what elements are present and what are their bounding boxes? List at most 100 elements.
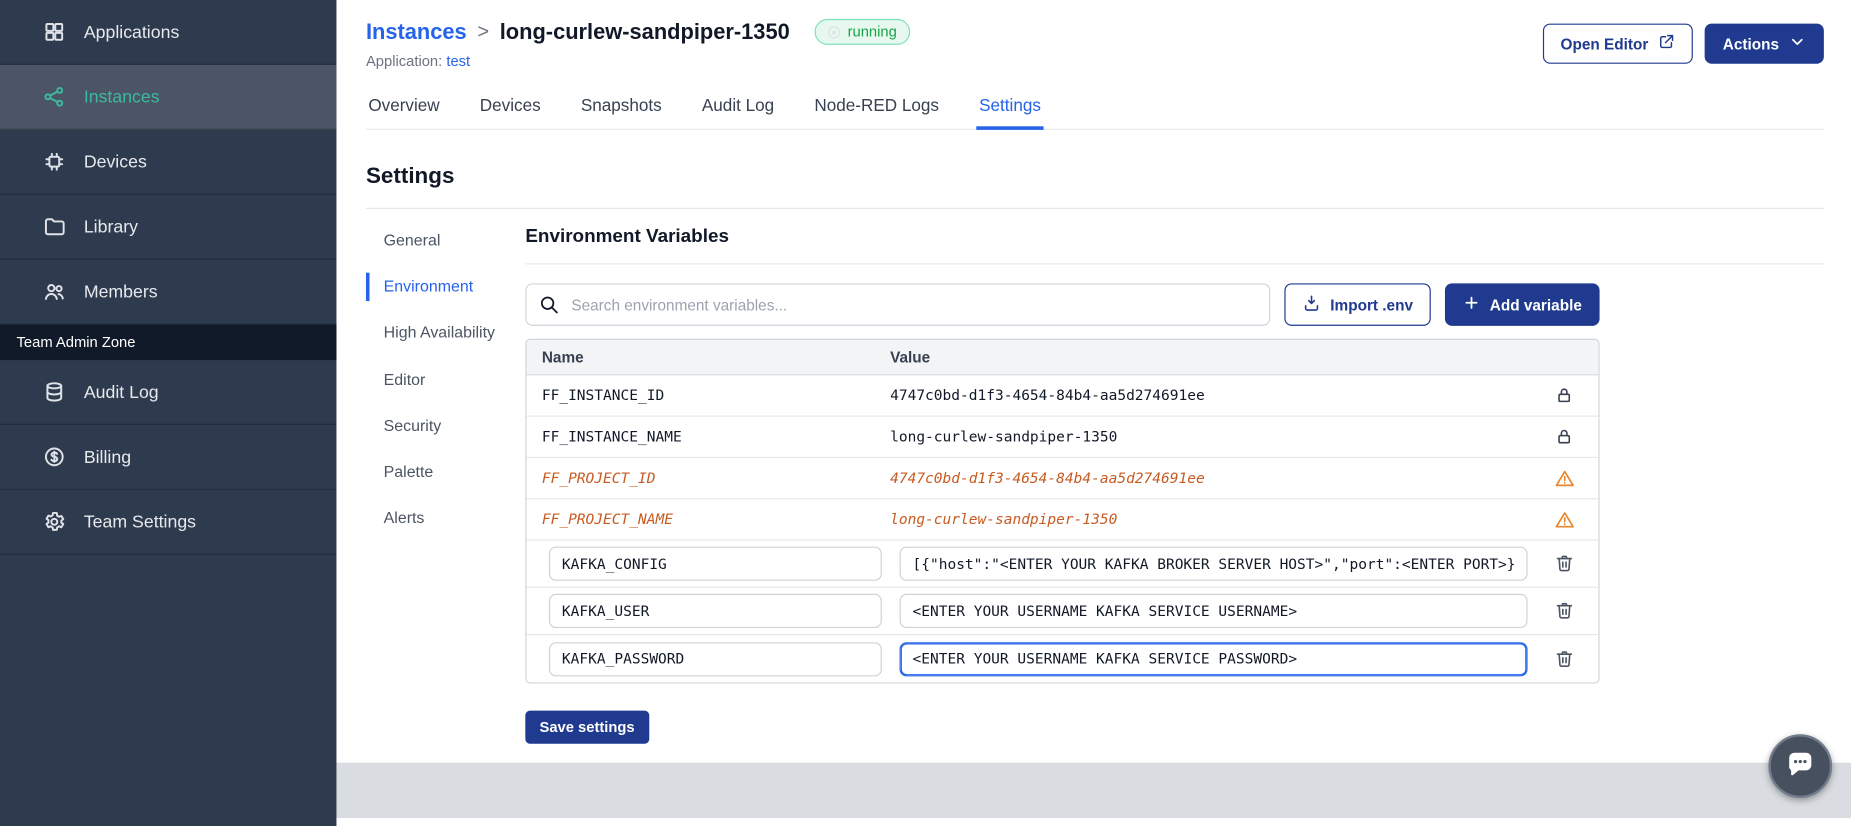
breadcrumb-separator: > xyxy=(477,20,490,43)
env-name-input[interactable] xyxy=(548,593,882,629)
sidebar-item-label: Library xyxy=(83,216,138,237)
env-name-cell xyxy=(527,641,891,676)
env-value-input[interactable] xyxy=(899,641,1528,676)
tab-settings[interactable]: Settings xyxy=(976,87,1044,130)
env-value-input[interactable] xyxy=(899,593,1528,629)
env-value-cell xyxy=(890,641,1530,676)
tab-overview[interactable]: Overview xyxy=(366,87,442,129)
env-row-ff-project-name: FF_PROJECT_NAME long-curlew-sandpiper-135… xyxy=(526,499,1599,541)
sidebar-item-instances[interactable]: Instances xyxy=(0,64,337,130)
application-link[interactable]: test xyxy=(446,53,470,70)
sidebar-item-label: Applications xyxy=(83,21,180,42)
env-row-kafka-config xyxy=(526,541,1599,588)
env-name-cell xyxy=(527,593,891,629)
sidebar-item-billing[interactable]: Billing xyxy=(0,425,337,490)
instance-name: long-curlew-sandpiper-1350 xyxy=(499,18,790,44)
env-name-text: FF_INSTANCE_NAME xyxy=(541,428,682,446)
tab-node-red-logs[interactable]: Node-RED Logs xyxy=(812,87,941,129)
warning-icon xyxy=(1554,468,1574,488)
add-variable-button[interactable]: Add variable xyxy=(1444,283,1600,326)
env-name-text: FF_PROJECT_ID xyxy=(541,469,656,487)
env-row-kafka-user xyxy=(526,588,1599,636)
settings-nav-security[interactable]: Security xyxy=(366,412,498,441)
settings-nav-palette[interactable]: Palette xyxy=(366,458,498,487)
sidebar-item-audit-log[interactable]: Audit Log xyxy=(0,360,337,425)
actions-button[interactable]: Actions xyxy=(1705,23,1824,64)
bottom-strip xyxy=(336,818,1851,826)
tab-snapshots[interactable]: Snapshots xyxy=(578,87,664,129)
env-row-ff-instance-id: FF_INSTANCE_ID 4747c0bd-d1f3-4654-84b4-aa… xyxy=(526,375,1599,417)
plus-icon xyxy=(1463,294,1481,315)
actions-label: Actions xyxy=(1722,34,1780,53)
env-value-input[interactable] xyxy=(899,546,1528,581)
chat-widget-button[interactable] xyxy=(1768,734,1833,799)
header-actions: Open Editor Actions xyxy=(1542,19,1824,64)
sidebar-item-devices[interactable]: Devices xyxy=(0,130,337,195)
tab-devices[interactable]: Devices xyxy=(477,87,543,129)
library-icon xyxy=(42,215,66,239)
env-action-cell xyxy=(1530,554,1598,573)
tab-audit-log[interactable]: Audit Log xyxy=(700,87,777,129)
status-badge-label: running xyxy=(847,23,897,41)
env-table-body: FF_INSTANCE_ID 4747c0bd-d1f3-4654-84b4-aa… xyxy=(526,375,1599,682)
breadcrumb: Instances > long-curlew-sandpiper-1350 r… xyxy=(366,18,910,45)
application-label: Application: xyxy=(365,53,443,70)
add-variable-label: Add variable xyxy=(1489,295,1582,314)
delete-variable-button[interactable] xyxy=(1554,554,1573,573)
env-name-input[interactable] xyxy=(548,546,882,581)
main-content: Instances > long-curlew-sandpiper-1350 r… xyxy=(336,0,1851,763)
sidebar-admin-nav: Audit Log Billing Team Settings xyxy=(0,360,337,555)
delete-variable-button[interactable] xyxy=(1554,649,1573,668)
env-value-cell: 4747c0bd-d1f3-4654-84b4-aa5d274691ee xyxy=(890,470,1530,487)
page-title: Settings xyxy=(365,164,1824,209)
sidebar-item-team-settings[interactable]: Team Settings xyxy=(0,490,337,555)
env-table-header: Name Value xyxy=(526,339,1599,376)
env-name-cell xyxy=(527,546,891,581)
applications-icon xyxy=(42,20,66,44)
env-action-cell xyxy=(1530,386,1598,405)
sidebar: Applications Instances Devices Library Membe… xyxy=(0,0,337,826)
env-variables-table: Name Value FF_INSTANCE_ID 4747c0bd-d1f3-4… xyxy=(525,338,1600,684)
env-action-cell xyxy=(1530,649,1598,668)
column-header-value: Value xyxy=(890,348,931,366)
settings-nav-environment[interactable]: Environment xyxy=(365,272,498,302)
app-window: Applications Instances Devices Library Membe… xyxy=(0,0,1851,826)
settings-nav-general[interactable]: General xyxy=(366,227,498,256)
breadcrumb-instances-link[interactable]: Instances xyxy=(366,19,467,45)
section-title: Environment Variables xyxy=(525,227,1824,265)
search-wrap xyxy=(525,283,1271,326)
env-value-cell: long-curlew-sandpiper-1350 xyxy=(890,511,1530,528)
settings-nav-editor[interactable]: Editor xyxy=(366,366,498,395)
env-name-input[interactable] xyxy=(548,641,882,676)
open-editor-button[interactable]: Open Editor xyxy=(1542,23,1694,64)
settings-nav-high-availability[interactable]: High Availability xyxy=(366,319,498,348)
search-icon xyxy=(538,294,559,321)
env-controls: Import .env Add variable xyxy=(525,283,1600,326)
page-header: Instances > long-curlew-sandpiper-1350 r… xyxy=(366,18,1824,70)
sidebar-item-applications[interactable]: Applications xyxy=(0,0,337,65)
import-env-button[interactable]: Import .env xyxy=(1284,283,1431,326)
env-action-cell xyxy=(1530,509,1598,529)
sidebar-item-members[interactable]: Members xyxy=(0,260,337,325)
lock-icon xyxy=(1555,386,1574,405)
sidebar-item-library[interactable]: Library xyxy=(0,195,337,260)
env-value-text: 4747c0bd-d1f3-4654-84b4-aa5d274691ee xyxy=(890,469,1205,487)
chevron-down-icon xyxy=(1788,33,1806,54)
billing-icon xyxy=(42,445,66,469)
sidebar-item-label: Instances xyxy=(83,86,160,107)
application-line: Application: test xyxy=(366,53,910,70)
instance-tabs: Overview Devices Snapshots Audit Log Node-RE… xyxy=(365,87,1824,130)
settings-nav-alerts[interactable]: Alerts xyxy=(366,504,498,533)
delete-variable-button[interactable] xyxy=(1554,601,1573,620)
devices-icon xyxy=(42,150,66,174)
settings-body: General Environment High Availability Edito… xyxy=(365,227,1824,744)
save-settings-button[interactable]: Save settings xyxy=(525,710,649,744)
env-name-text: FF_PROJECT_NAME xyxy=(541,511,673,528)
env-name-cell: FF_INSTANCE_NAME xyxy=(527,429,891,446)
search-input[interactable] xyxy=(525,283,1271,326)
env-action-cell xyxy=(1530,427,1598,446)
warning-icon xyxy=(1554,509,1574,529)
import-icon xyxy=(1302,293,1321,315)
team-settings-icon xyxy=(42,510,66,534)
environment-section: Environment Variables Import .env A xyxy=(525,227,1824,744)
